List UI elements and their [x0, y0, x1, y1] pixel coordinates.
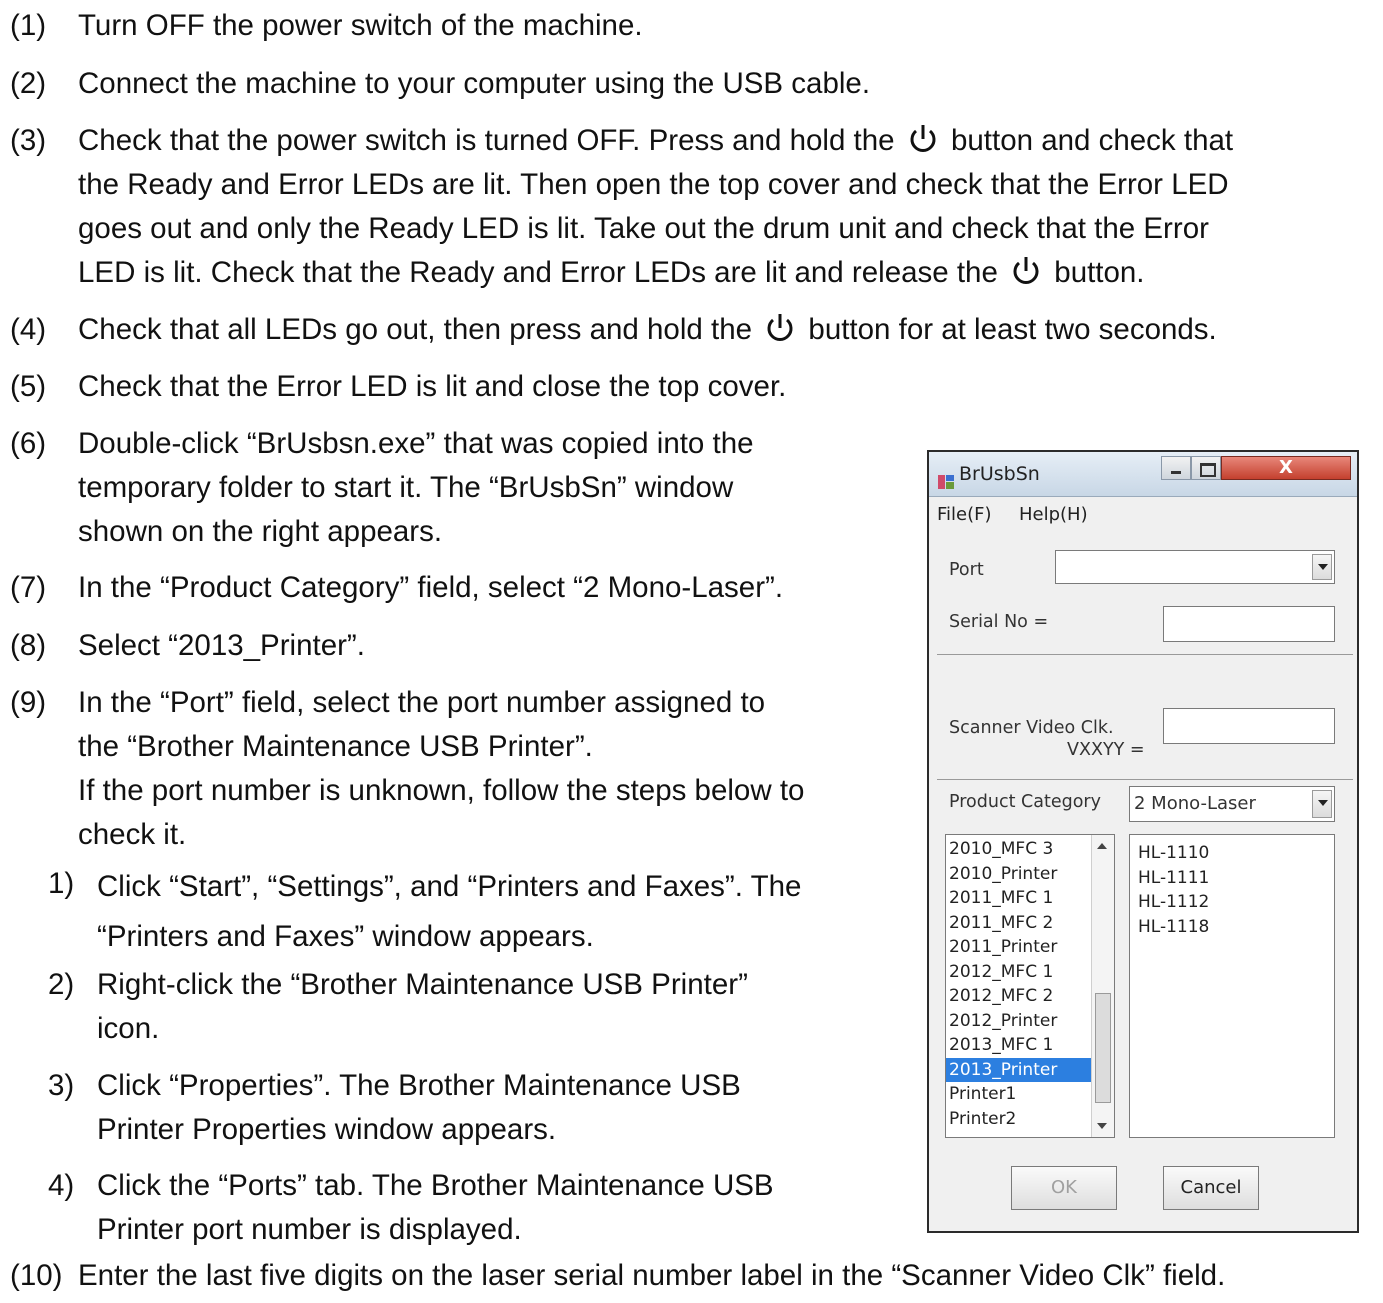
- step-text-line: Check that the power switch is turned OF…: [78, 119, 1233, 163]
- brusbsn-app-icon: [937, 464, 955, 489]
- substep-text: Click “Properties”. The Brother Maintena…: [97, 1069, 741, 1102]
- scroll-down-icon[interactable]: [1097, 1123, 1107, 1129]
- step-text: the Ready and Error LEDs are lit. Then o…: [78, 168, 1229, 201]
- step-number: (2): [10, 67, 47, 100]
- menu-bar: File(F) Help(H): [937, 500, 1349, 530]
- cancel-button[interactable]: Cancel: [1163, 1166, 1259, 1210]
- step-number: (9): [10, 686, 47, 719]
- port-dropdown[interactable]: [1055, 550, 1335, 584]
- model-list-item[interactable]: HL-1112: [1130, 890, 1334, 915]
- step-text-line: Check that all LEDs go out, then press a…: [78, 308, 1217, 352]
- close-button[interactable]: X: [1221, 456, 1351, 480]
- dialog-client-area: Port Serial No = Scanner Video Clk. VXXY…: [937, 534, 1353, 1220]
- step-text: the “Brother Maintenance USB Printer”.: [78, 730, 593, 763]
- power-button-icon: [764, 311, 796, 345]
- step-number: (4): [10, 313, 47, 346]
- step-number: (5): [10, 370, 47, 403]
- substep-text: Printer port number is displayed.: [97, 1213, 522, 1246]
- model-list-item[interactable]: HL-1110: [1130, 841, 1334, 866]
- brusbsn-window: BrUsbSn X File(F) Help(H) Port Serial No…: [927, 450, 1359, 1233]
- substep-number: 3): [48, 1069, 75, 1102]
- substep-text: Right-click the “Brother Maintenance USB…: [97, 968, 748, 1001]
- step-text: Check that the power switch is turned OF…: [78, 124, 895, 157]
- step-text: In the “Product Category” field, select …: [78, 571, 784, 604]
- category-list-item[interactable]: 2011_MFC 1: [946, 886, 1092, 911]
- category-list-item[interactable]: 2012_Printer: [946, 1009, 1092, 1034]
- substep-number: 1): [48, 867, 75, 900]
- step-text: Connect the machine to your computer usi…: [78, 67, 871, 100]
- step-text: temporary folder to start it. The “BrUsb…: [78, 471, 734, 504]
- category-items: 2010_MFC 3 2010_Printer 2011_MFC 1 2011_MFC…: [946, 837, 1092, 1131]
- step-text: Check that all LEDs go out, then press a…: [78, 313, 753, 346]
- substep-number: 4): [48, 1169, 75, 1202]
- step-text: goes out and only the Ready LED is lit. …: [78, 212, 1209, 245]
- scroll-up-icon[interactable]: [1097, 843, 1107, 849]
- serial-label: Serial No =: [949, 612, 1049, 632]
- step-text: LED is lit. Check that the Ready and Err…: [78, 256, 998, 289]
- model-items: HL-1110 HL-1111 HL-1112 HL-1118: [1130, 841, 1334, 939]
- category-list-item[interactable]: 2012_MFC 2: [946, 984, 1092, 1009]
- category-list-item[interactable]: 2011_Printer: [946, 935, 1092, 960]
- window-titlebar[interactable]: BrUsbSn X: [929, 452, 1357, 497]
- step-number: (7): [10, 571, 47, 604]
- category-list-item[interactable]: 2011_MFC 2: [946, 911, 1092, 936]
- step-text: Double-click “BrUsbsn.exe” that was copi…: [78, 427, 754, 460]
- category-list-item[interactable]: 2013_MFC 1: [946, 1033, 1092, 1058]
- substep-number: 2): [48, 968, 75, 1001]
- step-text: button for at least two seconds.: [808, 313, 1217, 346]
- step-text: shown on the right appears.: [78, 515, 443, 548]
- chevron-down-icon[interactable]: [1312, 790, 1332, 818]
- step-text: button.: [1054, 256, 1145, 289]
- minimize-button[interactable]: [1161, 456, 1191, 480]
- step-text: button and check that: [950, 124, 1234, 157]
- step-number: (8): [10, 629, 47, 662]
- step-number: (3): [10, 124, 47, 157]
- substep-text: icon.: [97, 1012, 160, 1045]
- step-text: If the port number is unknown, follow th…: [78, 774, 805, 807]
- list-scrollbar[interactable]: [1091, 835, 1114, 1137]
- step-text: check it.: [78, 818, 187, 851]
- substep-text: Click the “Ports” tab. The Brother Maint…: [97, 1169, 774, 1202]
- power-button-icon: [1010, 254, 1042, 288]
- step-text: Turn OFF the power switch of the machine…: [78, 9, 643, 42]
- step-text: Select “2013_Printer”.: [78, 629, 365, 662]
- window-title: BrUsbSn: [959, 463, 1040, 485]
- chevron-down-icon[interactable]: [1312, 554, 1332, 580]
- category-value: 2 Mono-Laser: [1134, 793, 1256, 814]
- category-list-item[interactable]: 2012_MFC 1: [946, 960, 1092, 985]
- substep-text: Click “Start”, “Settings”, and “Printers…: [97, 870, 802, 903]
- step-text: In the “Port” field, select the port num…: [78, 686, 766, 719]
- ok-button[interactable]: OK: [1011, 1166, 1117, 1210]
- port-label: Port: [949, 560, 984, 580]
- model-list[interactable]: HL-1110 HL-1111 HL-1112 HL-1118: [1129, 834, 1335, 1138]
- category-list-item[interactable]: 2010_Printer: [946, 862, 1092, 887]
- category-list-item[interactable]: Printer2: [946, 1107, 1092, 1132]
- power-button-icon: [907, 122, 939, 156]
- category-list[interactable]: 2010_MFC 3 2010_Printer 2011_MFC 1 2011_MFC…: [945, 834, 1115, 1138]
- scanner-label: Scanner Video Clk.: [949, 718, 1114, 738]
- menu-file[interactable]: File(F): [937, 504, 992, 525]
- category-label: Product Category: [949, 792, 1101, 812]
- product-category-dropdown[interactable]: 2 Mono-Laser: [1129, 786, 1335, 822]
- category-list-item[interactable]: 2010_MFC 3: [946, 837, 1092, 862]
- category-list-item[interactable]: Printer1: [946, 1082, 1092, 1107]
- scanner-label-sub: VXXYY =: [1067, 740, 1145, 760]
- menu-help[interactable]: Help(H): [1019, 504, 1088, 525]
- model-list-item[interactable]: HL-1111: [1130, 866, 1334, 891]
- step-text: Enter the last five digits on the laser …: [78, 1259, 1226, 1292]
- substep-text: Printer Properties window appears.: [97, 1113, 557, 1146]
- maximize-button[interactable]: [1191, 456, 1221, 480]
- model-list-item[interactable]: HL-1118: [1130, 915, 1334, 940]
- scroll-thumb[interactable]: [1095, 993, 1111, 1103]
- step-number: (1): [10, 9, 47, 42]
- substep-text: “Printers and Faxes” window appears.: [97, 920, 594, 953]
- step-number: (6): [10, 427, 47, 460]
- step-text-line: LED is lit. Check that the Ready and Err…: [78, 251, 1233, 295]
- step-text: Check that the Error LED is lit and clos…: [78, 370, 787, 403]
- step-number: (10): [10, 1259, 63, 1292]
- scanner-video-clk-field[interactable]: [1163, 708, 1335, 744]
- serial-field[interactable]: [1163, 606, 1335, 642]
- category-list-item[interactable]: 2013_Printer: [946, 1057, 1092, 1082]
